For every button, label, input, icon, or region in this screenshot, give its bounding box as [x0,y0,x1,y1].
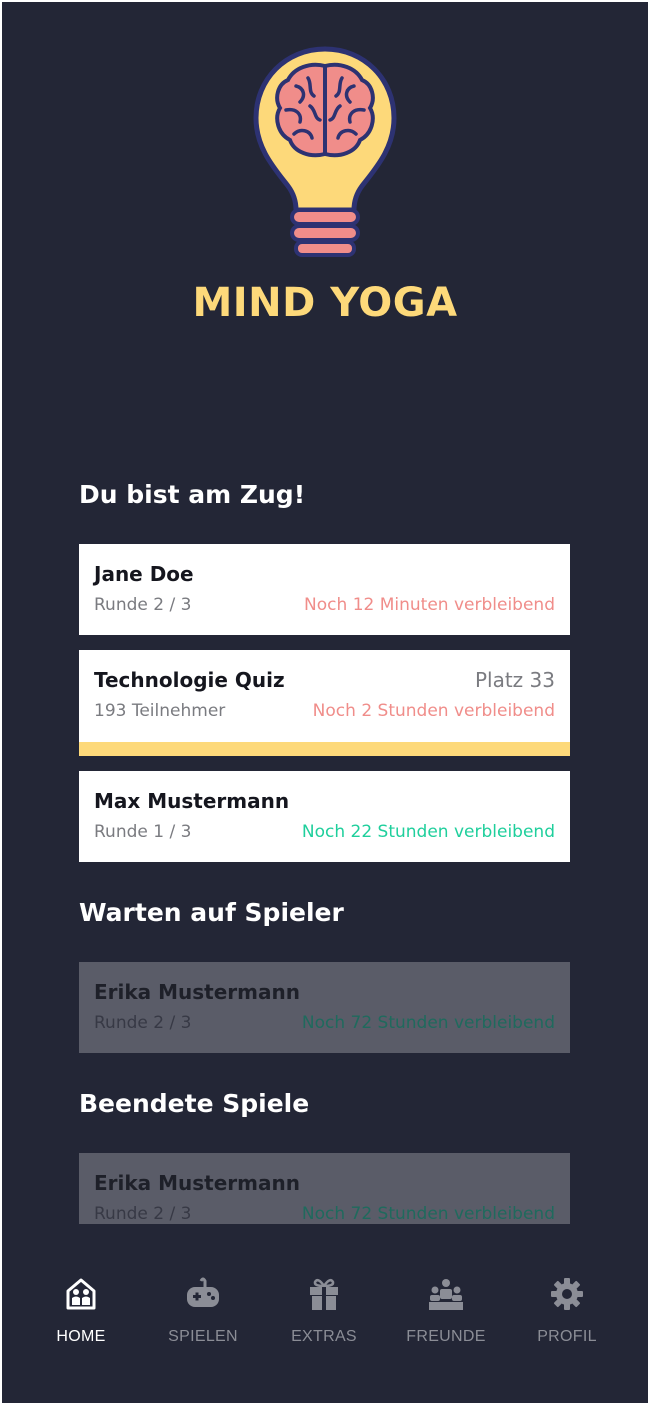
section-title-your-turn: Du bist am Zug! [79,480,306,509]
nav-item-spielen[interactable]: SPIELEN [148,1272,258,1346]
app-title: MIND YOGA [192,280,458,326]
game-card-max-mustermann[interactable]: Max Mustermann Runde 1 / 3 Noch 22 Stund… [79,771,570,862]
brain-lightbulb-icon [253,46,397,257]
nav-label-home: HOME [56,1328,106,1345]
game-round: Runde 1 / 3 [94,822,192,842]
game-card-erika-mustermann-waiting[interactable]: Erika Mustermann Runde 2 / 3 Noch 72 Stu… [79,962,570,1053]
scroll-clip: Erika Mustermann Runde 2 / 3 Noch 72 Stu… [2,1152,648,1224]
game-time-remaining: Noch 22 Stunden verbleibend [301,822,555,842]
game-opponent-name: Jane Doe [94,562,194,586]
game-time-remaining: Noch 2 Stunden verbleibend [312,701,555,721]
game-opponent-name: Erika Mustermann [94,980,300,1004]
game-quiz-name: Technologie Quiz [94,668,285,692]
nav-item-home[interactable]: HOME [26,1272,136,1346]
game-time-remaining: Noch 72 Stunden verbleibend [301,1204,555,1224]
game-participants: 193 Teilnehmer [94,701,226,721]
podium-friends-icon [429,1279,463,1310]
gift-icon [310,1278,338,1310]
game-opponent-name: Erika Mustermann [94,1171,300,1195]
game-card-technologie-quiz[interactable]: Technologie Quiz Platz 33 193 Teilnehmer… [79,650,570,756]
game-rank: Platz 33 [474,668,555,692]
game-time-remaining: Noch 12 Minuten verbleibend [304,595,555,615]
bottom-navigation: HOME SPIELEN EXTRAS FREUNDE PROFIL [2,1272,648,1382]
section-title-waiting: Warten auf Spieler [79,898,344,927]
nav-item-profil[interactable]: PROFIL [512,1272,622,1346]
nav-label-freunde: FREUNDE [406,1328,486,1345]
card-highlight-bar [79,742,570,756]
game-card-erika-mustermann-finished[interactable]: Erika Mustermann Runde 2 / 3 Noch 72 Stu… [79,1153,570,1224]
gamepad-icon [187,1277,219,1307]
game-round: Runde 2 / 3 [94,595,192,615]
nav-label-profil: PROFIL [537,1328,597,1345]
gear-icon [551,1278,583,1310]
game-round: Runde 2 / 3 [94,1204,192,1224]
section-title-finished: Beendete Spiele [79,1089,310,1118]
game-card-jane-doe[interactable]: Jane Doe Runde 2 / 3 Noch 12 Minuten ver… [79,544,570,635]
nav-item-extras[interactable]: EXTRAS [269,1272,379,1346]
game-opponent-name: Max Mustermann [94,789,290,813]
nav-item-freunde[interactable]: FREUNDE [391,1272,501,1346]
app-logo [2,44,648,264]
game-time-remaining: Noch 72 Stunden verbleibend [301,1013,555,1033]
nav-label-extras: EXTRAS [291,1328,357,1345]
home-family-icon [66,1278,96,1310]
game-round: Runde 2 / 3 [94,1013,192,1033]
app-screen: MIND YOGA Du bist am Zug! Jane Doe Runde… [2,2,648,1403]
nav-label-spielen: SPIELEN [168,1328,238,1345]
